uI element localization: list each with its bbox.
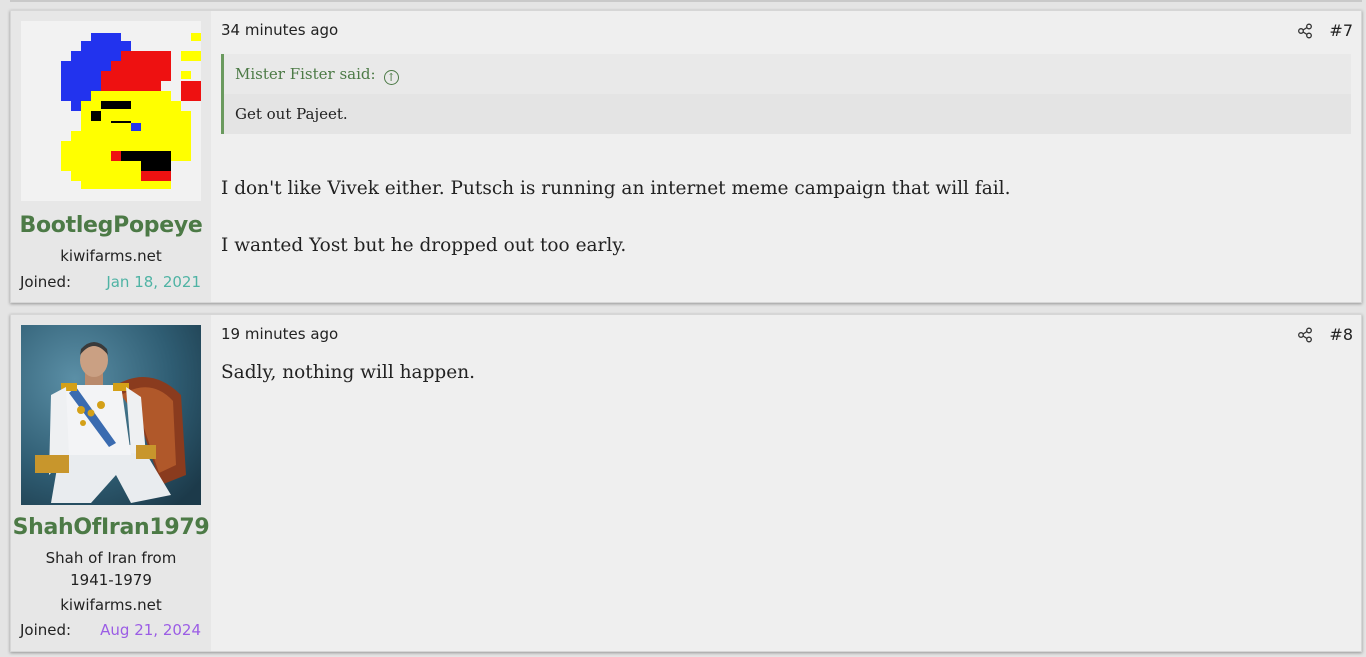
user-pane: ShahOfIran1979 Shah of Iran from 1941-19… — [11, 315, 211, 651]
avatar[interactable] — [21, 325, 201, 505]
user-title-line-1: Shah of Iran from — [45, 549, 177, 567]
message-paragraph: I don't like Vivek either. Putsch is run… — [221, 178, 1011, 199]
quote-author[interactable]: Mister Fister said: — [235, 65, 376, 83]
avatar[interactable] — [21, 21, 201, 201]
user-domain: kiwifarms.net — [60, 596, 162, 614]
post-actions: #7 — [1297, 21, 1353, 40]
user-domain: kiwifarms.net — [60, 247, 162, 265]
post-8: ShahOfIran1979 Shah of Iran from 1941-19… — [10, 314, 1362, 652]
username[interactable]: BootlegPopeye — [11, 213, 211, 238]
user-pane: BootlegPopeye kiwifarms.net Joined: Jan … — [11, 11, 211, 302]
top-divider — [10, 0, 1362, 2]
arrow-up-circle-icon[interactable]: ↑ — [383, 70, 399, 85]
post-number-link[interactable]: #7 — [1329, 21, 1353, 40]
message-paragraph: I wanted Yost but he dropped out too ear… — [221, 235, 627, 256]
post-time[interactable]: 19 minutes ago — [221, 325, 338, 343]
post-number-link[interactable]: #8 — [1329, 325, 1353, 344]
joined-date: Jan 18, 2021 — [106, 273, 201, 291]
joined-label: Joined: — [20, 621, 72, 639]
post-7: BootlegPopeye kiwifarms.net Joined: Jan … — [10, 10, 1362, 303]
share-icon[interactable] — [1297, 327, 1313, 343]
share-icon[interactable] — [1297, 23, 1313, 39]
post-time[interactable]: 34 minutes ago — [221, 21, 338, 39]
joined-label: Joined: — [20, 273, 72, 291]
joined-date: Aug 21, 2024 — [100, 621, 201, 639]
post-content: 34 minutes ago #7 Mister Fister said: ↑ G… — [221, 11, 1361, 302]
username[interactable]: ShahOfIran1979 — [11, 515, 211, 540]
quote-block: Mister Fister said: ↑ Get out Pajeet. — [221, 54, 1351, 134]
message-paragraph: Sadly, nothing will happen. — [221, 362, 476, 383]
quote-text: Get out Pajeet. — [224, 94, 1351, 134]
post-actions: #8 — [1297, 325, 1353, 344]
user-title-line-2: 1941-1979 — [70, 571, 152, 589]
post-content: 19 minutes ago #8 Sadly, nothing will ha… — [221, 315, 1361, 651]
quote-header[interactable]: Mister Fister said: ↑ — [224, 54, 1351, 94]
